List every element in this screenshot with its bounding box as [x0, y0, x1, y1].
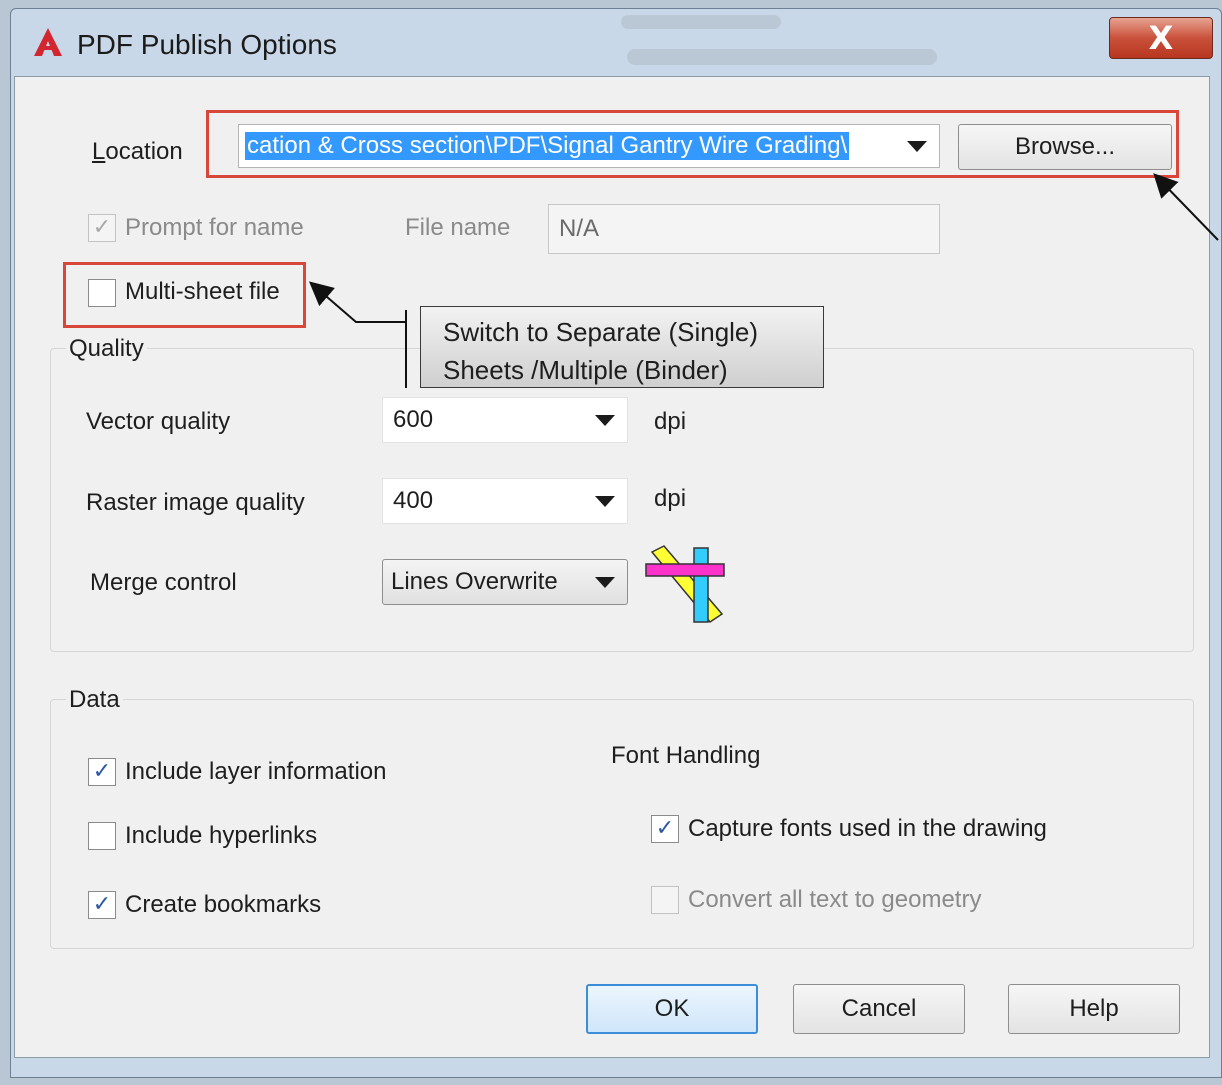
- vector-quality-label: Vector quality: [86, 408, 231, 435]
- quality-group-title: Quality: [66, 335, 147, 363]
- raster-quality-label: Raster image quality: [86, 489, 305, 516]
- merge-control-label: Merge control: [90, 569, 237, 596]
- location-label: Location: [92, 138, 183, 165]
- chevron-down-icon: [595, 496, 615, 507]
- file-name-value: N/A: [559, 215, 600, 242]
- annotation-line-1: Switch to Separate (Single): [443, 317, 759, 347]
- create-bookmarks-label: Create bookmarks: [125, 891, 322, 918]
- include-layer-label: Include layer information: [125, 758, 387, 785]
- capture-fonts-label: Capture fonts used in the drawing: [688, 815, 1047, 842]
- chevron-down-icon: [595, 415, 615, 426]
- help-label: Help: [1069, 995, 1119, 1022]
- raster-quality-select[interactable]: 400: [382, 478, 628, 524]
- font-handling-title: Font Handling: [611, 742, 761, 769]
- create-bookmarks-checkbox[interactable]: ✓: [88, 891, 116, 919]
- data-group-title: Data: [66, 686, 123, 714]
- prompt-for-name-label: Prompt for name: [125, 214, 304, 241]
- convert-text-label: Convert all text to geometry: [688, 886, 982, 913]
- highlight-box-multi-sheet: [63, 262, 306, 328]
- title-bar: PDF Publish Options X: [11, 9, 1221, 79]
- highlight-box-location: [206, 110, 1179, 178]
- background-blur: [621, 15, 781, 29]
- include-hyperlinks-label: Include hyperlinks: [125, 822, 318, 849]
- file-name-label: File name: [405, 214, 511, 241]
- cancel-button[interactable]: Cancel: [793, 984, 965, 1034]
- include-hyperlinks-checkbox[interactable]: [88, 822, 116, 850]
- raster-quality-value: 400: [393, 487, 434, 514]
- merge-control-value: Lines Overwrite: [391, 568, 558, 595]
- autocad-logo-icon: [34, 28, 62, 56]
- convert-text-checkbox[interactable]: [651, 886, 679, 914]
- file-name-field[interactable]: N/A: [548, 204, 940, 254]
- annotation-line-2: Sheets /Multiple (Binder): [443, 355, 728, 385]
- merge-control-select[interactable]: Lines Overwrite: [382, 559, 628, 605]
- annotation-callout: Switch to Separate (Single) Sheets /Mult…: [420, 306, 824, 388]
- vector-quality-value: 600: [393, 406, 434, 433]
- background-blur: [627, 49, 937, 65]
- vector-unit-label: dpi: [654, 408, 687, 435]
- help-button[interactable]: Help: [1008, 984, 1180, 1034]
- lines-overwrite-preview-icon: [645, 545, 725, 623]
- prompt-for-name-checkbox[interactable]: ✓: [88, 214, 116, 242]
- window-title: PDF Publish Options: [77, 29, 337, 60]
- raster-unit-label: dpi: [654, 485, 687, 512]
- vector-quality-select[interactable]: 600: [382, 397, 628, 443]
- close-button[interactable]: X: [1109, 17, 1213, 59]
- cancel-label: Cancel: [841, 995, 917, 1022]
- ok-button[interactable]: OK: [586, 984, 758, 1034]
- capture-fonts-checkbox[interactable]: ✓: [651, 815, 679, 843]
- chevron-down-icon: [595, 577, 615, 588]
- ok-label: OK: [654, 995, 690, 1022]
- include-layer-checkbox[interactable]: ✓: [88, 758, 116, 786]
